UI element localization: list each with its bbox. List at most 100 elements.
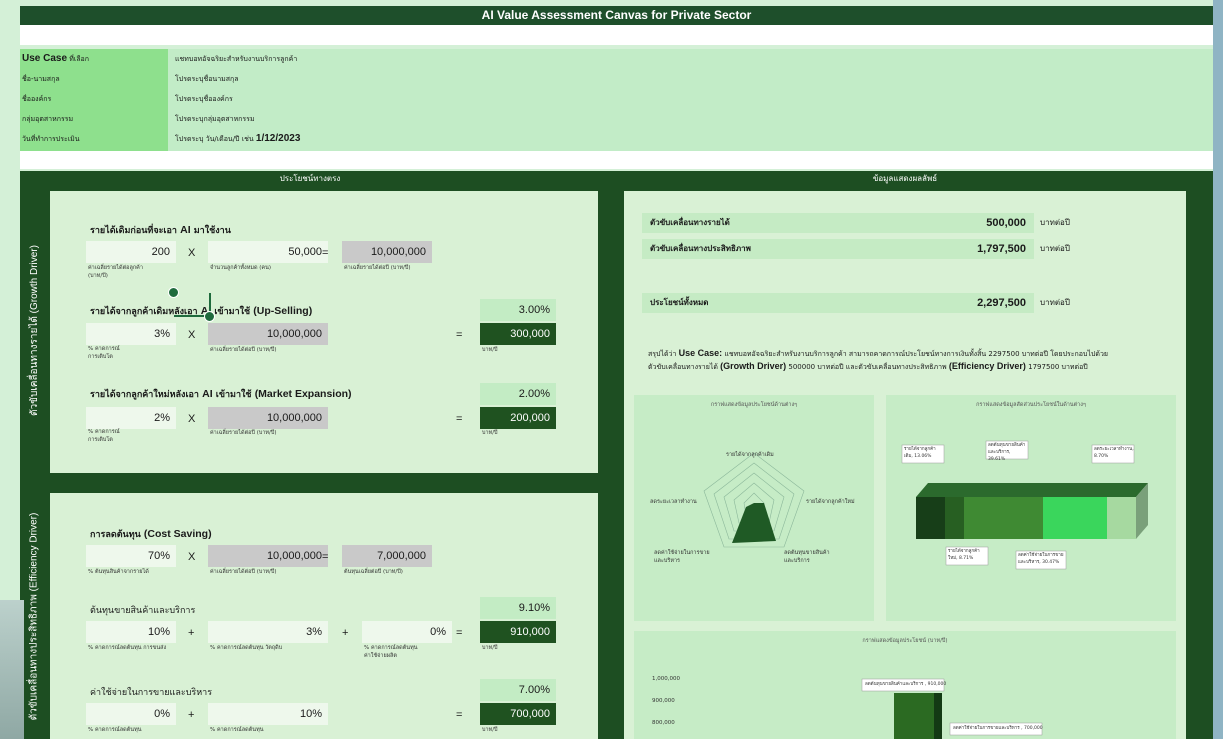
operator: X [188, 329, 196, 341]
avg-revenue-per-customer-input[interactable]: 200 [86, 241, 176, 263]
cell-caption: บาท/ปี [482, 430, 498, 436]
info-label: Use Case ที่เลือก [22, 53, 90, 64]
cell-caption: บาท/ปี [482, 645, 498, 651]
radar-label: รายได้จากลูกค้าใหม่ [806, 499, 855, 505]
efficiency-panel: การลดต้นทุน (Cost Saving) 70% % ต้นทุนสิ… [50, 493, 598, 739]
info-row-usecase: Use Case ที่เลือก แชทบอทอัจฉริยะสำหรับงา… [20, 49, 1213, 69]
info-value[interactable]: โปรดระบุชื่อองค์กร [175, 89, 233, 109]
result-unit: บาทต่อปี [1040, 298, 1070, 307]
dashboard: ประโยชน์ทางตรง ข้อมูลแสดงผลลัพธ์ ตัวขับเ… [20, 171, 1213, 739]
share-chart[interactable]: กราฟแสดงข้อมูลสัดส่วนประโยชน์ในด้านต่างๆ [886, 395, 1176, 621]
info-section: Use Case ที่เลือก แชทบอทอัจฉริยะสำหรับงา… [20, 49, 1213, 151]
radar-series [732, 503, 776, 543]
sga-saving-input-1[interactable]: 0% [86, 703, 176, 725]
info-value[interactable]: แชทบอทอัจฉริยะสำหรับงานบริการลูกค้า [175, 49, 297, 69]
result-label: ตัวขับเคลื่อนทางรายได้ [650, 218, 730, 227]
cost-saving-title: การลดต้นทุน (Cost Saving) [90, 528, 212, 540]
upselling-growth-input[interactable]: 3% [86, 323, 176, 345]
radar-label: ลดค่าใช้จ่ายในการขายและบริหาร [654, 550, 710, 564]
info-label: วันที่ทำการประเมิน [22, 135, 80, 143]
growth-driver-label: ตัวขับเคลื่อนทางรายได้ (Growth Driver) [28, 244, 40, 416]
share-label: ลดค่าใช้จ่ายในการขายและบริหาร, 30.47% [1018, 553, 1064, 565]
share-segment [1107, 497, 1136, 539]
info-row-industry: กลุ่มอุตสาหกรรม โปรดระบุกลุ่มอุตสาหกรรม [20, 109, 1213, 129]
shape-handle[interactable] [168, 287, 179, 298]
spacer-row [20, 151, 1213, 169]
radar-label: รายได้จากลูกค้าเดิม [726, 452, 774, 458]
cogs-result: 910,000 [480, 621, 556, 643]
market-expansion-title: รายได้จากลูกค้าใหม่หลังเอา AI เข้ามาใช้ … [90, 388, 352, 400]
right-header: ข้อมูลแสดงผลลัพธ์ [872, 174, 938, 183]
expansion-growth-input[interactable]: 2% [86, 407, 176, 429]
operator: X [188, 413, 196, 425]
info-value[interactable]: โปรดระบุกลุ่มอุตสาหกรรม [175, 109, 255, 129]
efficiency-driver-label: ตัวขับเคลื่อนทางประสิทธิภาพ (Efficiency … [28, 512, 40, 720]
left-header: ประโยชน์ทางตรง [279, 174, 341, 183]
operator: = [456, 329, 463, 341]
cell-caption: % คาดการณ์ลดต้นทุน [88, 727, 142, 733]
bar [894, 693, 934, 739]
sga-title: ค่าใช้จ่ายในการขายและบริหาร [90, 688, 213, 698]
transport-saving-input[interactable]: 10% [86, 621, 176, 643]
avg-annual-revenue-cell: 10,000,000 [342, 241, 432, 263]
info-value[interactable]: โปรดระบุชื่อนามสกุล [175, 69, 239, 89]
base-revenue-title: รายได้เดิมก่อนที่จะเอา AI มาใช้งาน [90, 224, 231, 236]
cell-caption: บาท/ปี [482, 347, 498, 353]
avg-annual-revenue-cell: 10,000,000 [208, 407, 328, 429]
share-segment [1043, 497, 1107, 539]
expansion-percent: 2.00% [480, 383, 556, 405]
share-label: ลดระยะเวลาทำงาน, 8.70% [1094, 447, 1134, 459]
share-segment [964, 497, 1043, 539]
page-title: AI Value Assessment Canvas for Private S… [20, 6, 1213, 25]
operator: = [322, 247, 329, 259]
operator: X [188, 247, 196, 259]
info-label: ชื่อองค์กร [22, 95, 52, 103]
customer-count-input[interactable]: 50,000 [208, 241, 328, 263]
share-label: รายได้จากลูกค้าเดิม, 13.06% [904, 447, 936, 459]
results-panel: ตัวขับเคลื่อนทางรายได้ 500,000 บาทต่อปี … [624, 191, 1186, 739]
bar-side [934, 693, 942, 739]
cell-caption: % คาดการณ์การเติบโต [88, 429, 120, 443]
cogs-percent-input[interactable]: 70% [86, 545, 176, 567]
result-unit: บาทต่อปี [1040, 218, 1070, 227]
growth-panel: รายได้เดิมก่อนที่จะเอา AI มาใช้งาน 200 ค… [50, 191, 598, 473]
background-image-strip [0, 600, 24, 739]
shape-handle[interactable] [204, 311, 215, 322]
expansion-result: 200,000 [480, 407, 556, 429]
cell-caption: ค่าเฉลี่ยรายได้ต่อลูกค้า (บาท/ปี) [88, 265, 143, 279]
info-label: ชื่อ-นามสกุล [22, 75, 60, 83]
sga-saving-input-2[interactable]: 10% [208, 703, 328, 725]
spreadsheet: AI Value Assessment Canvas for Private S… [0, 0, 1213, 739]
share-svg [901, 440, 1148, 570]
cell-caption: จำนวนลูกค้าทั้งหมด (คน) [210, 265, 271, 271]
cell-caption: % คาดการณ์ลดต้นทุน [210, 727, 264, 733]
cogs-percent: 9.10% [480, 597, 556, 619]
share-segment [916, 497, 945, 539]
production-saving-input[interactable]: 0% [362, 621, 452, 643]
result-value: 500,000 [986, 217, 1026, 229]
operator: X [188, 551, 196, 563]
spacer-row [20, 25, 1213, 45]
result-label: ตัวขับเคลื่อนทางประสิทธิภาพ [650, 244, 751, 253]
share-segment [945, 497, 964, 539]
operator: + [188, 627, 195, 639]
material-saving-input[interactable]: 3% [208, 621, 328, 643]
avg-annual-cost-cell: 7,000,000 [342, 545, 432, 567]
cell-caption: % คาดการณ์การเติบโต [88, 346, 120, 360]
cell-caption: ค่าเฉลี่ยรายได้ต่อปี (บาท/ปี) [344, 265, 411, 271]
operator: + [188, 709, 195, 721]
benefit-bar-chart[interactable]: กราฟแสดงข้อมูลประโยชน์ (บาท/ปี) 1,000,00… [634, 631, 1176, 739]
cell-caption: % คาดการณ์ลดต้นทุน วัตถุดิบ [210, 645, 283, 651]
operator: + [342, 627, 349, 639]
result-value: 2,297,500 [977, 297, 1026, 309]
operator: = [322, 551, 329, 563]
radar-svg [703, 452, 805, 548]
avg-annual-revenue-cell: 10,000,000 [208, 545, 328, 567]
bar-label: ลดต้นทุนขายสินค้าและบริการ , 910,000 [865, 682, 947, 687]
radar-chart[interactable]: กราฟแสดงข้อมูลประโยชน์ด้านต่างๆ รายได้จา… [634, 395, 874, 621]
info-value[interactable]: โปรดระบุ วัน/เดือน/ปี เช่น 1/12/2023 [175, 129, 300, 149]
cell-caption: ต้นทุนเฉลี่ยต่อปี (บาท/ปี) [344, 569, 403, 575]
info-row-org: ชื่อองค์กร โปรดระบุชื่อองค์กร [20, 89, 1213, 109]
cell-caption: % คาดการณ์ลดต้นทุน ค่าใช้จ่ายผลิต [364, 645, 418, 659]
avg-annual-revenue-cell: 10,000,000 [208, 323, 328, 345]
